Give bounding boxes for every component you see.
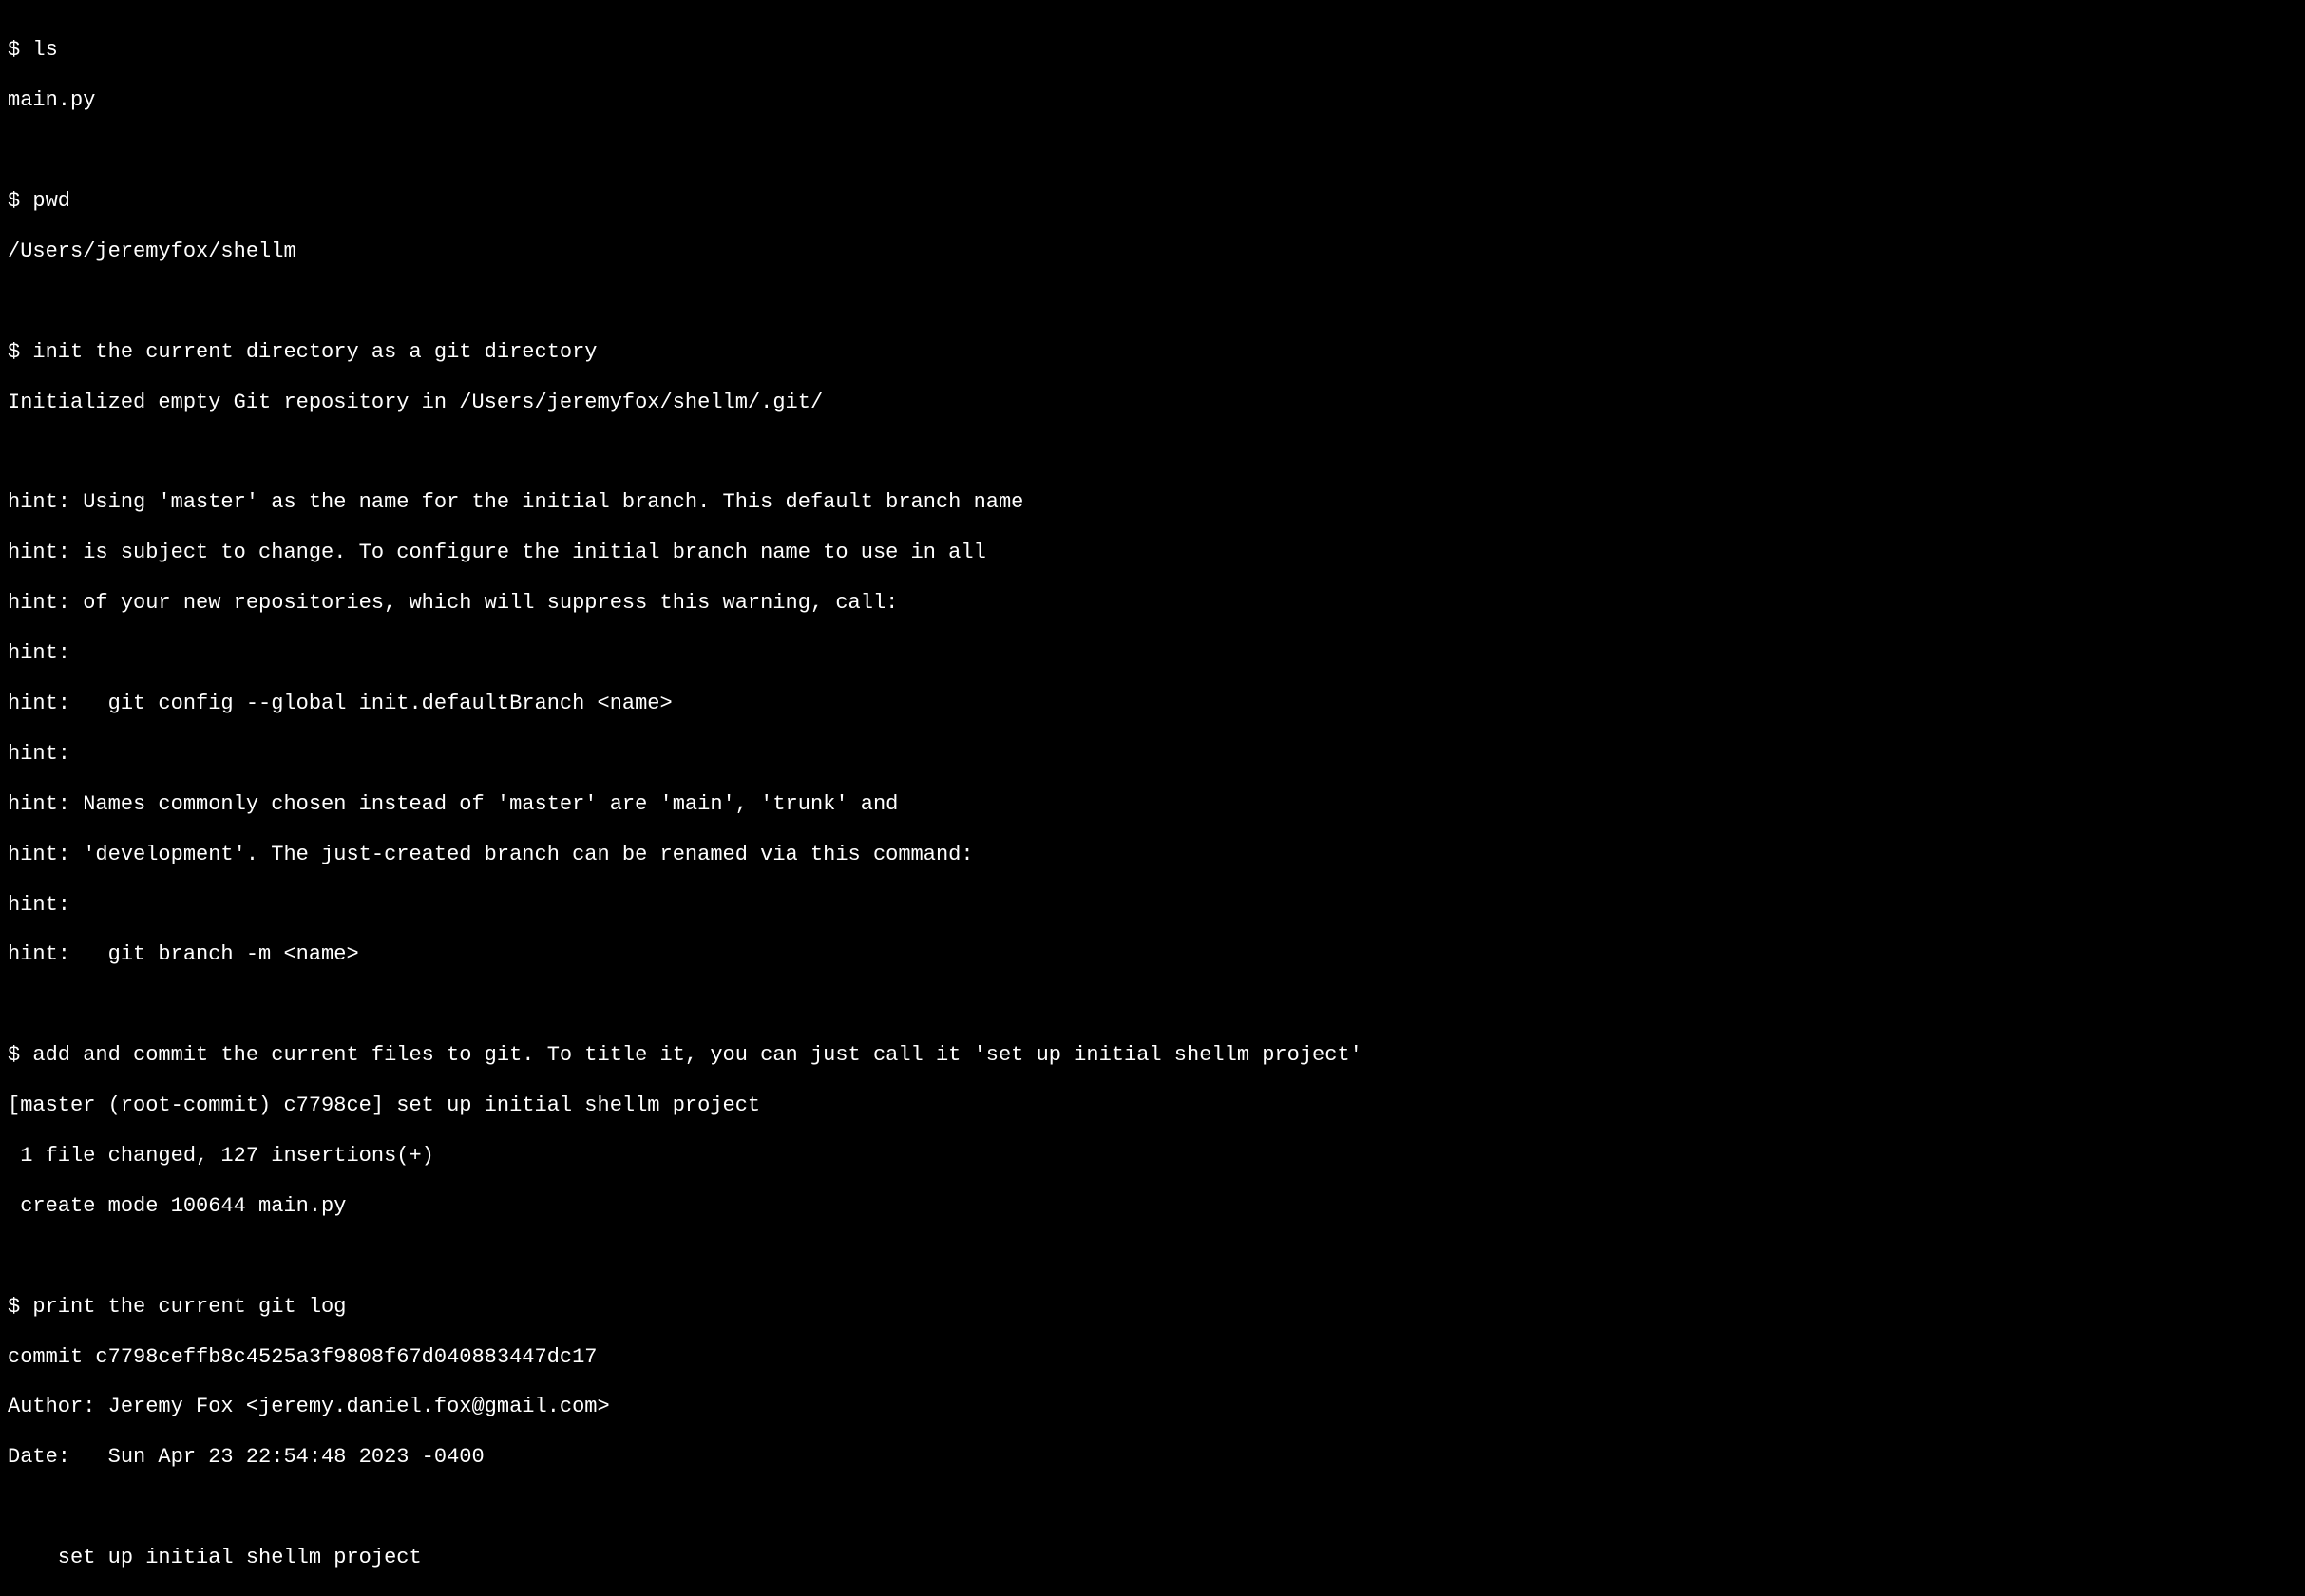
blank-line	[8, 1244, 2297, 1270]
output-line: hint:	[8, 893, 2297, 919]
command-line: $ pwd	[8, 189, 2297, 215]
output-line: hint:	[8, 742, 2297, 768]
output-line: hint: 'development'. The just-created br…	[8, 843, 2297, 868]
prompt: $	[8, 1295, 32, 1319]
prompt: $	[8, 189, 32, 213]
prompt: $	[8, 1043, 32, 1067]
output-line: create mode 100644 main.py	[8, 1194, 2297, 1220]
command-pwd: pwd	[32, 189, 70, 213]
blank-line	[8, 139, 2297, 164]
output-line: [master (root-commit) c7798ce] set up in…	[8, 1093, 2297, 1119]
output-line: hint: of your new repositories, which wi…	[8, 591, 2297, 617]
terminal-output[interactable]: $ ls main.py $ pwd /Users/jeremyfox/shel…	[8, 13, 2297, 1596]
blank-line	[8, 290, 2297, 315]
output-line: hint: Names commonly chosen instead of '…	[8, 792, 2297, 818]
command-git-init: init the current directory as a git dire…	[32, 340, 597, 364]
output-line: set up initial shellm project	[8, 1546, 2297, 1571]
prompt: $	[8, 340, 32, 364]
command-git-commit: add and commit the current files to git.…	[32, 1043, 1362, 1067]
output-line	[8, 1495, 2297, 1521]
command-line: $ print the current git log	[8, 1295, 2297, 1320]
output-line: hint: Using 'master' as the name for the…	[8, 490, 2297, 516]
prompt: $	[8, 38, 32, 62]
output-line: hint: git config --global init.defaultBr…	[8, 692, 2297, 717]
blank-line	[8, 993, 2297, 1018]
command-git-log: print the current git log	[32, 1295, 346, 1319]
command-line: $ ls	[8, 38, 2297, 64]
output-line: hint: git branch -m <name>	[8, 942, 2297, 968]
command-ls: ls	[32, 38, 57, 62]
output-line: Date: Sun Apr 23 22:54:48 2023 -0400	[8, 1445, 2297, 1471]
output-line: Author: Jeremy Fox <jeremy.daniel.fox@gm…	[8, 1395, 2297, 1420]
output-line: hint:	[8, 641, 2297, 667]
output-line: main.py	[8, 88, 2297, 114]
command-line: $ add and commit the current files to gi…	[8, 1043, 2297, 1069]
output-line: Initialized empty Git repository in /Use…	[8, 390, 2297, 416]
output-line	[8, 441, 2297, 466]
output-line: /Users/jeremyfox/shellm	[8, 239, 2297, 265]
command-line: $ init the current directory as a git di…	[8, 340, 2297, 366]
output-line: 1 file changed, 127 insertions(+)	[8, 1144, 2297, 1169]
output-line: hint: is subject to change. To configure…	[8, 541, 2297, 566]
output-line: commit c7798ceffb8c4525a3f9808f67d040883…	[8, 1345, 2297, 1371]
